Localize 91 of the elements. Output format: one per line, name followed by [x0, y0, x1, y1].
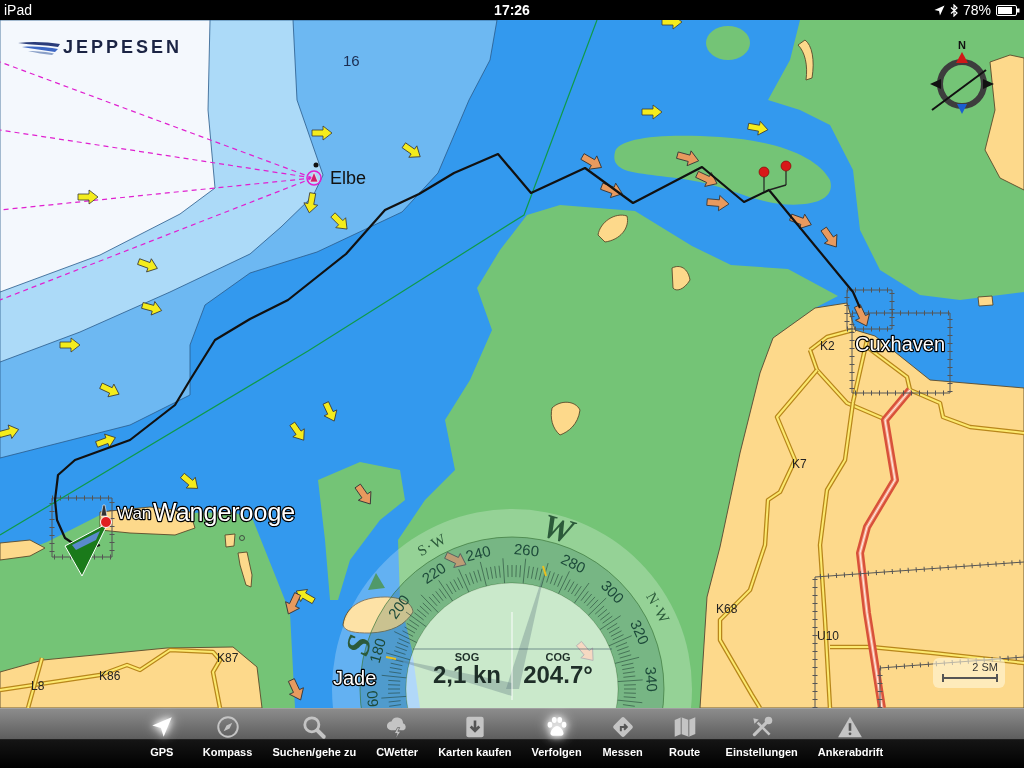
scale-label: 2 SM [972, 661, 998, 673]
scale-ruler-icon [942, 673, 998, 683]
degree-label: 280 [558, 550, 589, 577]
current-arrow-icon [676, 150, 700, 167]
toolbar-button[interactable]: Suchen/gehe zu [262, 709, 367, 768]
toolbar-button[interactable]: Ankerabdrift [807, 709, 894, 768]
device-name: iPad [4, 2, 33, 18]
degree-label: 340 [642, 666, 662, 693]
degree-label: 60 [363, 689, 382, 708]
current-arrow-icon [59, 337, 81, 353]
buoy-icon [368, 573, 385, 590]
current-arrow-icon [303, 192, 319, 214]
light-marker-icon [306, 162, 322, 186]
road-label: K2 [820, 339, 835, 353]
bluetooth-icon [949, 3, 958, 17]
toolbar-button[interactable]: Messen [591, 709, 654, 768]
current-arrow-icon [141, 301, 163, 316]
degree-label: 220 [418, 558, 449, 587]
current-arrow-icon [444, 551, 467, 568]
place-label: Elbe [330, 168, 367, 188]
current-arrow-icon [322, 401, 338, 422]
cardinal-label: S·W [414, 530, 450, 560]
toolbar-button[interactable]: Route [653, 709, 716, 768]
cardinal-label: W [538, 506, 578, 551]
sand-bank [0, 539, 46, 561]
lighthouse-icon [100, 504, 108, 517]
vessel-icon [64, 516, 112, 577]
sand-bank [237, 551, 253, 588]
ring-icon [239, 535, 245, 541]
toolbar-button[interactable]: Einstellungen [715, 709, 808, 768]
current-arrow-icon [747, 120, 769, 136]
cog-value: 204.7° [523, 661, 593, 688]
current-arrow-icon [401, 142, 421, 158]
degree-label: 200 [384, 591, 413, 622]
current-arrow-icon [354, 483, 372, 505]
current-arrow-icon [289, 421, 305, 441]
current-arrow-icon [641, 104, 663, 120]
road-label: U10 [817, 629, 839, 643]
sand-bank [224, 533, 236, 548]
current-arrow-icon [95, 433, 116, 448]
current-arrow-icon [580, 153, 602, 170]
current-arrow-icon [661, 20, 683, 30]
toolbar-button[interactable]: Karten kaufen [428, 709, 522, 768]
battery-percent: 78% [962, 2, 991, 18]
compass-icon [214, 714, 241, 740]
north-label: N [958, 39, 966, 51]
current-arrow-icon [77, 189, 99, 205]
battery-icon [996, 4, 1020, 16]
sand-bank [597, 214, 628, 243]
brand-name: JEPPESEN [63, 37, 183, 58]
toolbar-button[interactable]: Verfolgen [521, 709, 592, 768]
degree-label: 260 [513, 540, 540, 560]
road-label: K86 [99, 669, 121, 683]
current-arrow-icon [695, 170, 718, 187]
current-arrow-icon [137, 258, 158, 273]
current-arrow-icon [311, 125, 333, 141]
degree-label: 240 [463, 541, 493, 565]
sand-bank [671, 266, 691, 291]
current-arrow-icon [600, 182, 623, 199]
cog-label: COG [545, 651, 571, 663]
current-arrow-icon [180, 472, 199, 489]
current-arrow-icon [575, 641, 594, 661]
current-arrow-icon [287, 678, 304, 701]
current-arrow-icon [789, 213, 812, 230]
sand-bank [797, 39, 814, 81]
current-arrow-icon [706, 195, 730, 212]
road-label: K7 [792, 457, 807, 471]
degree-label: 300 [597, 576, 628, 607]
location-arrow-icon [933, 4, 945, 16]
toolbar-button[interactable]: GPS [130, 709, 193, 768]
road-label: K87 [217, 651, 239, 665]
place-label: Wan [117, 504, 152, 523]
sog-value: 2,1 kn [433, 661, 501, 688]
compass-rose-icon [930, 52, 994, 114]
current-arrow-icon [0, 424, 20, 439]
current-arrow-icon [99, 382, 120, 398]
current-arrow-icon [853, 304, 870, 327]
current-arrow-icon [330, 212, 348, 230]
sog-label: SOG [454, 651, 480, 663]
tidal-flat [706, 26, 750, 60]
depth-label: 16 [343, 52, 360, 69]
toolbar-button[interactable]: Kompass [192, 709, 263, 768]
road-label: K68 [716, 602, 738, 616]
current-arrow-icon [820, 226, 838, 248]
search-icon [301, 714, 328, 740]
sand-bank [342, 596, 414, 634]
toolbar-button[interactable]: CWetter [366, 709, 429, 768]
sand-bank [977, 295, 994, 307]
road-label: L8 [31, 679, 45, 693]
clock: 17:26 [494, 2, 530, 18]
sand-bank [550, 401, 581, 436]
